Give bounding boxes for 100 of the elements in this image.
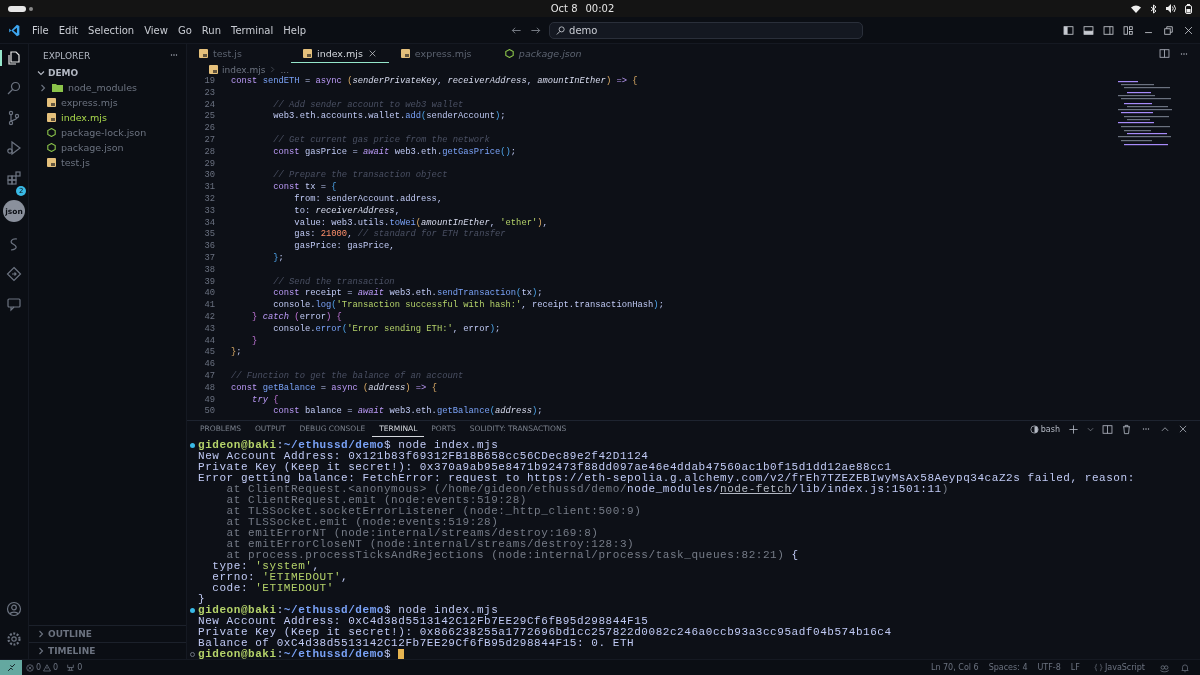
terminal-line: Error getting balance: FetchError: request to https://eth-sepolia.g.alchemy.com/v2/frEh7TZEZEBIwyMsAx58Aeypq34caZ2s failed, reason: (198, 473, 1135, 484)
back-arrow-icon[interactable] (511, 24, 523, 36)
terminal-selector[interactable]: bash (1029, 424, 1060, 434)
chevron-right-icon[interactable] (37, 630, 45, 638)
editor-tab[interactable]: express.mjs (388, 44, 493, 63)
code-line: const receipt = await web3.eth.sendTransaction(tx); (272, 288, 543, 300)
terminal-cursor (398, 649, 405, 660)
js-file-icon (47, 158, 56, 167)
line-number: 46 (203, 359, 215, 371)
search-icon[interactable] (6, 80, 22, 96)
breadcrumb-item[interactable]: ... (280, 64, 290, 75)
line-number: 37 (203, 252, 215, 265)
section-header[interactable]: TIMELINE (48, 646, 96, 656)
chevron-right-icon[interactable] (37, 647, 45, 655)
run-debug-icon[interactable] (6, 140, 22, 156)
extensions-icon[interactable] (6, 170, 22, 186)
ports-indicator[interactable]: 0 (62, 663, 87, 672)
code-line: } (251, 335, 258, 348)
terminal-line: type: 'system', (211, 561, 320, 572)
js-file-icon (47, 113, 56, 122)
line-number: 36 (203, 241, 215, 253)
date: Oct 8 (550, 3, 578, 14)
close-icon[interactable] (1183, 24, 1194, 36)
diamond-icon[interactable] (6, 266, 22, 282)
file-tree-item[interactable]: node_modules (68, 82, 137, 93)
section-header[interactable]: OUTLINE (48, 629, 92, 639)
menu-item[interactable]: Help (278, 21, 312, 39)
workspace-indicator[interactable] (8, 5, 34, 12)
menu-item[interactable]: Selection (83, 21, 140, 39)
code-line: // Add sender account to web3 wallet (272, 99, 464, 111)
status-item[interactable]: UTF-8 (1037, 663, 1061, 672)
plus-icon[interactable] (1068, 423, 1079, 435)
app-logo-icon[interactable] (8, 23, 21, 37)
editor-tab[interactable]: package.json (492, 44, 597, 63)
files-icon[interactable] (6, 50, 22, 66)
code-line: from: senderAccount.address, (293, 193, 443, 206)
hexagon-file-icon (504, 48, 514, 58)
js-file-icon (400, 48, 410, 58)
more-icon[interactable] (168, 51, 180, 59)
status-item[interactable]: Spaces: 4 (988, 663, 1028, 672)
restore-icon[interactable] (1163, 24, 1174, 36)
account-icon[interactable] (6, 601, 22, 617)
breadcrumb-item[interactable]: index.mjs (222, 64, 266, 75)
close-icon[interactable] (1178, 424, 1188, 434)
menu-item[interactable]: Edit (53, 21, 84, 39)
terminal-line: } (198, 594, 206, 605)
menu-item[interactable]: View (139, 21, 173, 39)
volume-icon[interactable] (1166, 4, 1176, 13)
file-tree-item[interactable]: package-lock.json (61, 127, 147, 138)
split-editor-icon[interactable] (1159, 48, 1170, 59)
chat-icon[interactable] (6, 296, 22, 312)
problems-indicator[interactable]: 0 0 (22, 663, 63, 672)
wifi-icon[interactable] (1131, 4, 1141, 13)
language-mode[interactable]: JavaScript (1089, 663, 1149, 672)
clock: 00:02 (585, 3, 615, 14)
code-line: const getBalance = async (address) => { (231, 382, 437, 395)
chevron-right-icon[interactable] (39, 83, 47, 92)
code-line: console.log('Transaction successful with hash:', receipt.transactionHash); (272, 300, 664, 312)
file-tree-item[interactable]: test.js (61, 157, 90, 168)
terminal-line: New Account Address: 0xC4d38d5513142C12Fb7EE29Cf6fB95d298844F15 (198, 616, 649, 627)
line-number: 27 (203, 135, 215, 147)
battery-icon[interactable] (1185, 3, 1192, 14)
chevron-down-icon[interactable] (37, 69, 45, 77)
more-icon[interactable] (1140, 425, 1152, 433)
terminal-prompt: gideon@baki:~/ethussd/demo$ (198, 649, 393, 660)
settings-icon[interactable] (6, 631, 22, 647)
panel-toggle-icon[interactable] (1083, 24, 1094, 36)
code-line: // Send the transaction (272, 276, 395, 288)
terminal-line: code: 'ETIMEDOUT' (211, 583, 334, 594)
split-terminal-icon[interactable] (1102, 423, 1113, 435)
bluetooth-icon[interactable] (1150, 3, 1157, 14)
menu-item[interactable]: File (27, 21, 54, 39)
file-tree-item[interactable]: express.mjs (61, 97, 118, 108)
status-item[interactable]: LF (1070, 663, 1080, 672)
code-line: console.error('Error sending ETH:', error); (272, 323, 501, 336)
bell-icon[interactable] (1180, 662, 1190, 673)
status-item[interactable]: Ln 70, Col 6 (930, 663, 979, 672)
close-icon[interactable] (367, 48, 377, 58)
editor-tab[interactable]: test.js (187, 44, 291, 63)
menu-item[interactable]: Terminal (226, 21, 279, 39)
layout-icon[interactable] (1123, 24, 1134, 36)
line-number: 45 (203, 347, 215, 360)
sidebar-toggle-icon[interactable] (1063, 24, 1074, 36)
forward-arrow-icon[interactable] (530, 24, 542, 36)
line-number: 50 (203, 406, 215, 419)
source-control-icon[interactable] (6, 110, 22, 126)
file-tree-item[interactable]: index.mjs (61, 112, 107, 123)
menu-item[interactable]: Run (196, 21, 226, 39)
menu-item[interactable]: Go (172, 21, 197, 39)
remote-button[interactable] (0, 660, 22, 675)
file-tree-item[interactable]: package.json (61, 142, 124, 153)
folder-label[interactable]: DEMO (48, 68, 79, 78)
code-line: gasPrice: gasPrice, (293, 241, 395, 253)
command-center[interactable]: demo (549, 21, 864, 39)
secondary-sidebar-icon[interactable] (1103, 24, 1114, 36)
trash-icon[interactable] (1121, 423, 1132, 435)
js-file-icon (209, 65, 218, 74)
chevron-up-icon[interactable] (1160, 424, 1170, 434)
line-number: 31 (203, 182, 215, 194)
editor-tab[interactable]: index.mjs (291, 44, 389, 63)
